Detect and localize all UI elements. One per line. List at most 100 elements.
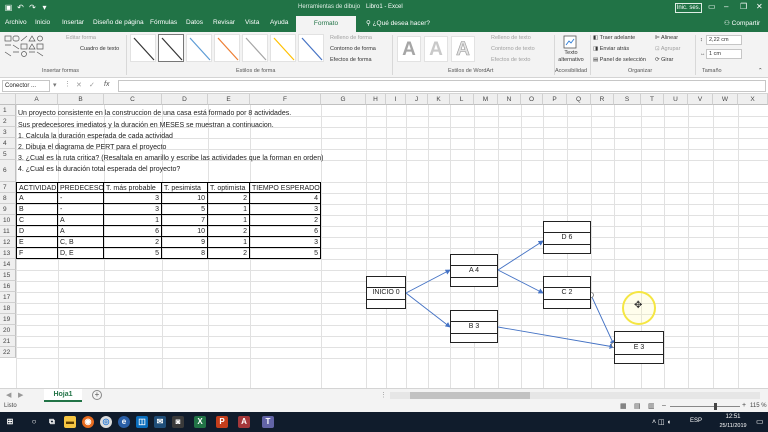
arrow-c-e[interactable] <box>590 294 615 346</box>
task-view-icon[interactable]: ⧉ <box>46 416 58 428</box>
pert-node-e[interactable]: E 3 <box>614 331 664 364</box>
pert-node-inicio[interactable]: INICIO 0 <box>366 276 406 309</box>
enviar-atras-button[interactable]: ◨ Enviar atrás <box>593 46 629 52</box>
tab-diseno[interactable]: Diseño de página <box>93 19 144 26</box>
mail-icon[interactable]: ✉ <box>154 416 166 428</box>
zoom-in-icon[interactable]: + <box>742 402 746 409</box>
zoom-out-icon[interactable]: – <box>662 402 666 409</box>
tab-formulas[interactable]: Fórmulas <box>150 19 177 26</box>
pert-node-c[interactable]: C 2 <box>543 276 591 309</box>
wordart-style-3[interactable]: A <box>451 36 475 62</box>
next-sheet-icon[interactable]: ▶ <box>18 391 23 399</box>
signin-button[interactable]: Inic. ses. <box>675 3 702 13</box>
shape-gallery-icon[interactable] <box>4 35 64 63</box>
tab-ayuda[interactable]: Ayuda <box>270 19 288 26</box>
name-box[interactable]: Conector ... <box>2 80 50 92</box>
excel-taskbar-icon[interactable]: X <box>194 416 206 428</box>
contorno-texto-button[interactable]: Contorno de texto <box>491 46 535 52</box>
pert-node-d[interactable]: D 6 <box>543 221 591 254</box>
access-icon[interactable]: A <box>238 416 250 428</box>
arrow-a-c[interactable] <box>497 269 544 294</box>
shape-style-7[interactable] <box>298 34 324 62</box>
powerpoint-icon[interactable]: P <box>216 416 228 428</box>
store-icon[interactable]: ◫ <box>136 416 148 428</box>
clock-time[interactable]: 12:51 <box>715 414 751 420</box>
width-field[interactable]: 1 cm <box>706 49 742 59</box>
namebox-dropdown-icon[interactable]: ▾ <box>53 81 57 89</box>
app-icon[interactable]: ◙ <box>172 416 184 428</box>
panel-seleccion-button[interactable]: ▤ Panel de selección <box>593 57 646 63</box>
file-explorer-icon[interactable]: ▬ <box>64 416 76 428</box>
relleno-forma-button[interactable]: Relleno de forma <box>330 35 372 41</box>
tab-inicio[interactable]: Inicio <box>35 19 50 26</box>
shape-style-2[interactable] <box>158 34 184 62</box>
ribbon-options-icon[interactable]: ▭ <box>708 2 716 11</box>
spreadsheet-grid[interactable]: ABCDEFGHIJKLMNOPQRSTUVWX 1 2 3 4 5 6 7 8 9 10 11 12… <box>0 94 768 388</box>
shape-style-5[interactable] <box>242 34 268 62</box>
zoom-slider[interactable] <box>670 406 740 407</box>
tab-archivo[interactable]: Archivo <box>5 19 27 26</box>
arrow-b-e[interactable] <box>497 326 615 349</box>
shape-style-1[interactable] <box>130 34 156 62</box>
traer-adelante-button[interactable]: ◧ Traer adelante <box>593 35 635 41</box>
efectos-texto-button[interactable]: Efectos de texto <box>491 57 530 63</box>
contorno-forma-button[interactable]: Contorno de forma <box>330 46 376 52</box>
chrome-icon[interactable]: ◎ <box>100 416 112 428</box>
normal-view-icon[interactable]: ▦ <box>620 402 627 410</box>
windows-start-icon[interactable]: ⊞ <box>4 416 16 428</box>
scrollbar-thumb[interactable] <box>410 392 530 399</box>
fx-icon[interactable]: fx <box>104 81 109 88</box>
page-layout-icon[interactable]: ▤ <box>634 402 641 410</box>
collapse-ribbon-icon[interactable]: ⌃ <box>758 68 763 74</box>
close-icon[interactable]: ✕ <box>756 2 763 11</box>
arrow-a-d[interactable] <box>497 240 544 271</box>
tell-me-search[interactable]: ⚲ ¿Qué desea hacer? <box>366 19 430 27</box>
sheet-tab-hoja1[interactable]: Hoja1 <box>44 389 82 402</box>
edge-icon[interactable]: e <box>118 416 130 428</box>
girar-button[interactable]: ⟳ Girar <box>655 57 673 63</box>
minimize-icon[interactable]: – <box>724 2 728 11</box>
wordart-style-1[interactable]: A <box>397 36 421 62</box>
search-icon[interactable]: ○ <box>28 416 40 428</box>
editar-forma-button[interactable]: Editar forma <box>66 35 96 41</box>
add-sheet-button[interactable]: + <box>92 390 102 400</box>
clock-date[interactable]: 25/11/2019 <box>713 423 753 429</box>
tab-formato[interactable]: Formato <box>296 16 356 32</box>
height-field[interactable]: 2,22 cm <box>706 35 742 45</box>
cancel-icon[interactable]: ✕ <box>76 81 82 89</box>
pert-node-b[interactable]: B 3 <box>450 310 498 343</box>
undo-icon[interactable]: ↶ <box>16 3 25 12</box>
language-indicator[interactable]: ESP <box>690 418 702 424</box>
arrow-inicio-b[interactable] <box>405 292 451 328</box>
notifications-icon[interactable]: ▭ <box>756 417 764 426</box>
shape-style-4[interactable] <box>214 34 240 62</box>
relleno-texto-button[interactable]: Relleno de texto <box>491 35 531 41</box>
tab-revisar[interactable]: Revisar <box>213 19 235 26</box>
texto-alternativo-button[interactable]: Texto alternativo <box>556 50 586 64</box>
agrupar-button[interactable]: ⊡ Agrupar <box>655 46 680 52</box>
tray-icons[interactable]: ˄ ◫ ◖ <box>652 418 671 426</box>
horizontal-scrollbar[interactable] <box>390 392 760 399</box>
zoom-level[interactable]: 115 % <box>750 403 767 409</box>
maximize-icon[interactable]: ❐ <box>740 2 747 11</box>
page-break-icon[interactable]: ▥ <box>648 402 655 410</box>
tab-datos[interactable]: Datos <box>186 19 203 26</box>
shape-style-6[interactable] <box>270 34 296 62</box>
redo-icon[interactable]: ↷ <box>28 3 37 12</box>
shape-style-3[interactable] <box>186 34 212 62</box>
cuadro-texto-button[interactable]: Cuadro de texto <box>80 46 119 52</box>
zoom-slider-thumb[interactable] <box>714 403 717 410</box>
pert-node-a[interactable]: A 4 <box>450 254 498 287</box>
alinear-button[interactable]: ⊫ Alinear <box>655 35 678 41</box>
prev-sheet-icon[interactable]: ◀ <box>6 391 11 399</box>
teams-icon[interactable]: T <box>262 416 274 428</box>
enter-icon[interactable]: ✓ <box>89 81 95 89</box>
share-button[interactable]: ⚇ Compartir <box>724 19 760 27</box>
efectos-forma-button[interactable]: Efectos de forma <box>330 57 372 63</box>
wordart-style-2[interactable]: A <box>424 36 448 62</box>
arrow-inicio-a[interactable] <box>405 269 451 294</box>
tab-insertar[interactable]: Insertar <box>62 19 84 26</box>
save-icon[interactable]: ▣ <box>4 3 13 12</box>
tab-vista[interactable]: Vista <box>245 19 259 26</box>
firefox-icon[interactable]: ◉ <box>82 416 94 428</box>
